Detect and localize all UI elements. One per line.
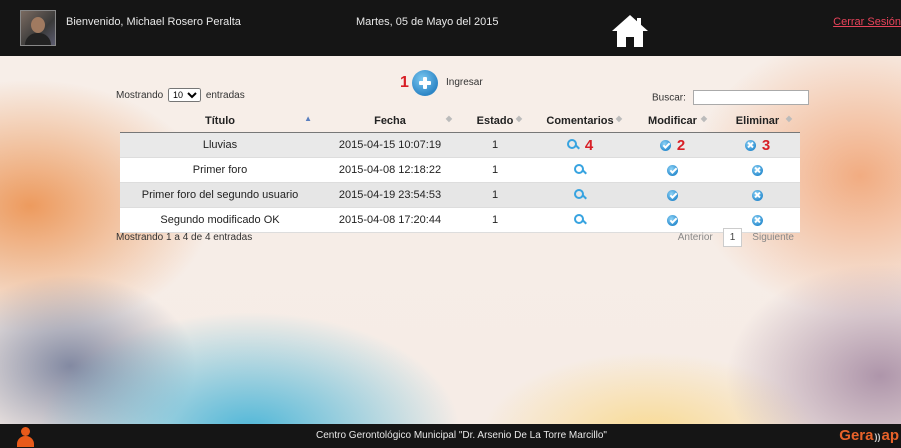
cell-modificar [630, 157, 715, 183]
cell-comentarios: 4 [530, 132, 630, 158]
annotation-4: 4 [584, 136, 594, 154]
column-header-modificar[interactable]: Modificar ◆ [630, 110, 715, 133]
footer-bar: Centro Gerontológico Municipal "Dr. Arse… [0, 424, 901, 448]
sort-icon: ◆ [615, 114, 622, 123]
view-comments-icon[interactable] [574, 164, 586, 176]
cell-estado: 1 [460, 207, 530, 233]
cell-eliminar [715, 182, 800, 208]
column-header-titulo[interactable]: Título ▲ [120, 110, 320, 133]
annotation-1: 1 [400, 74, 409, 91]
wifi-icon: )) [874, 432, 881, 442]
date-text: Martes, 05 de Mayo del 2015 [356, 16, 499, 28]
sort-asc-icon: ▲ [304, 114, 312, 123]
page-1-button[interactable]: 1 [722, 228, 743, 247]
delete-icon[interactable] [744, 139, 756, 151]
top-bar: Bienvenido, Michael Rosero Peralta Marte… [0, 0, 901, 56]
cell-modificar [630, 182, 715, 208]
sort-icon: ◆ [515, 114, 522, 123]
sort-icon: ◆ [785, 114, 792, 123]
search-label: Buscar: [652, 92, 686, 104]
edit-icon[interactable] [667, 189, 678, 201]
delete-icon[interactable] [752, 164, 763, 176]
cell-titulo: Segundo modificado OK [120, 207, 320, 233]
column-header-comentarios[interactable]: Comentarios ◆ [530, 110, 630, 133]
welcome-text: Bienvenido, Michael Rosero Peralta [66, 16, 241, 28]
cell-comentarios [530, 207, 630, 233]
search-input[interactable] [692, 90, 809, 105]
length-prefix: Mostrando [116, 90, 164, 101]
cell-estado: 1 [460, 182, 530, 208]
table-row: Primer foro del segundo usuario 2015-04-… [120, 182, 800, 208]
sort-icon: ◆ [700, 114, 707, 123]
delete-icon[interactable] [752, 189, 763, 201]
view-comments-icon[interactable] [574, 189, 586, 201]
avatar [20, 10, 56, 46]
column-header-eliminar[interactable]: Eliminar ◆ [715, 110, 800, 133]
edit-icon[interactable] [659, 139, 671, 151]
table-header-row: Título ▲ Fecha ◆ Estado ◆ Comentarios ◆ Modi… [120, 110, 800, 133]
table-row: Lluvias 2015-04-15 10:07:19 1 4 2 3 [120, 132, 800, 158]
prev-page-button[interactable]: Anterior [672, 229, 719, 246]
cell-fecha: 2015-04-08 12:18:22 [320, 157, 460, 183]
cell-estado: 1 [460, 132, 530, 158]
length-suffix: entradas [205, 90, 245, 101]
cell-titulo: Lluvias [120, 132, 320, 158]
cell-titulo: Primer foro [120, 157, 320, 183]
cell-comentarios [530, 182, 630, 208]
view-comments-icon[interactable] [574, 214, 586, 226]
footer-text: Centro Gerontológico Municipal "Dr. Arse… [316, 430, 607, 441]
logout-link[interactable]: Cerrar Sesión [833, 16, 901, 28]
annotation-2: 2 [676, 136, 686, 154]
table-info: Mostrando 1 a 4 de 4 entradas [116, 232, 253, 243]
column-header-fecha[interactable]: Fecha ◆ [320, 110, 460, 133]
edit-icon[interactable] [667, 214, 678, 226]
forum-table: Título ▲ Fecha ◆ Estado ◆ Comentarios ◆ Modi… [120, 110, 800, 233]
cell-fecha: 2015-04-15 10:07:19 [320, 132, 460, 158]
cell-comentarios [530, 157, 630, 183]
edit-icon[interactable] [667, 164, 678, 176]
annotation-3: 3 [761, 136, 771, 154]
next-page-button[interactable]: Siguiente [746, 229, 800, 246]
length-select[interactable]: 10 [168, 88, 202, 102]
cell-modificar: 2 [630, 132, 715, 158]
add-icon[interactable] [412, 70, 438, 96]
cell-estado: 1 [460, 157, 530, 183]
pagination: Anterior 1 Siguiente [672, 228, 800, 247]
delete-icon[interactable] [752, 214, 763, 226]
cell-eliminar [715, 157, 800, 183]
sort-icon: ◆ [445, 114, 452, 123]
column-header-estado[interactable]: Estado ◆ [460, 110, 530, 133]
entries-length: Mostrando 10 entradas [116, 88, 245, 102]
cell-fecha: 2015-04-08 17:20:44 [320, 207, 460, 233]
cell-fecha: 2015-04-19 23:54:53 [320, 182, 460, 208]
search-box: Buscar: [652, 90, 809, 105]
add-label[interactable]: Ingresar [446, 77, 483, 88]
cell-titulo: Primer foro del segundo usuario [120, 182, 320, 208]
user-icon [16, 427, 38, 447]
app-logo: Gera))ap [839, 427, 899, 444]
table-row: Primer foro 2015-04-08 12:18:22 1 [120, 157, 800, 183]
home-icon[interactable] [610, 13, 650, 49]
cell-eliminar: 3 [715, 132, 800, 158]
view-comments-icon[interactable] [566, 139, 579, 151]
